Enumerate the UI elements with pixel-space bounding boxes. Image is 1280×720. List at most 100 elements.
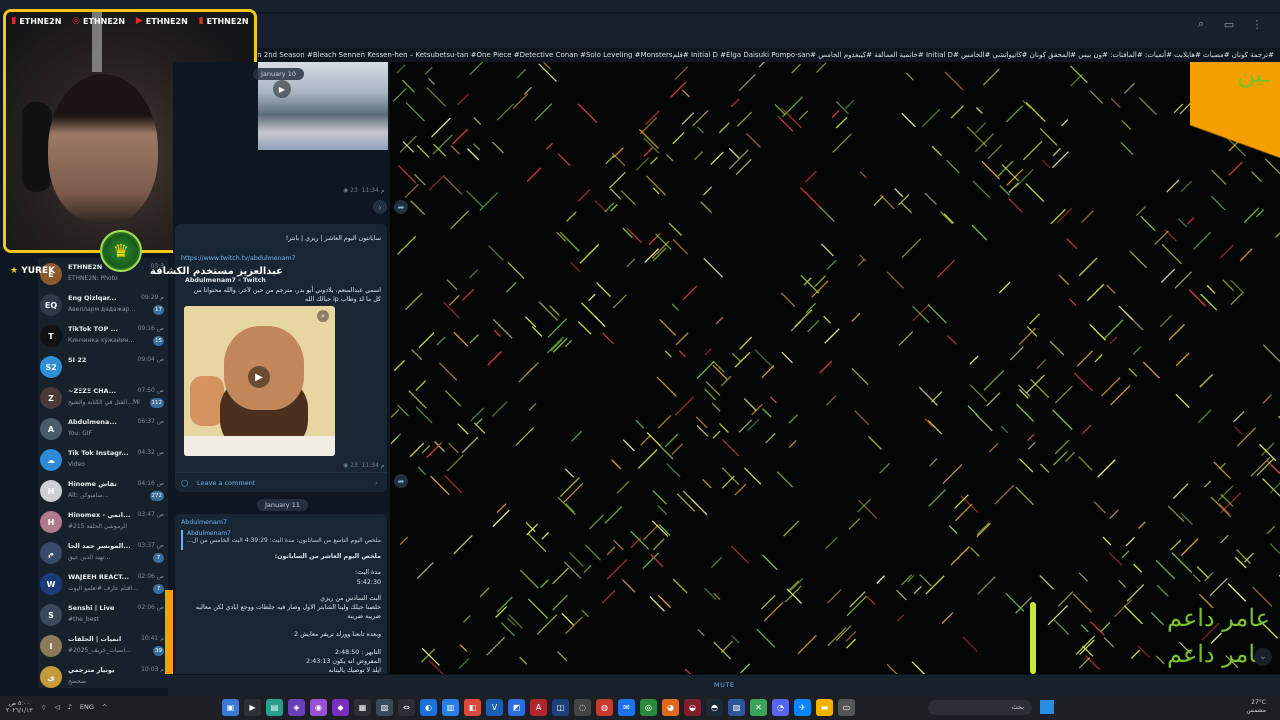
app-icon-21[interactable]: ◕ (662, 699, 679, 716)
overlay-arabic-name: عبدالعزيز مستخدم الكشافة (150, 266, 283, 277)
forward-icon-3[interactable]: ➦ (394, 200, 408, 214)
app-icon-24[interactable]: ▨ (728, 699, 745, 716)
app-icon-17[interactable]: ◌ (574, 699, 591, 716)
chat-time: 03:37 ص (137, 542, 164, 549)
wallpaper-stroke (640, 434, 652, 446)
chat-list-item[interactable]: م المونسر حمد الحا... 03:37 ص تهيد الدين عي… (38, 537, 168, 568)
app-icon-26[interactable]: ◔ (772, 699, 789, 716)
wallpaper-stroke (1070, 73, 1083, 87)
wallpaper-stroke (1196, 566, 1210, 579)
wallpaper-stroke (786, 588, 803, 604)
network-icon[interactable]: ⌔ (41, 703, 47, 712)
chat-list-item[interactable]: T TikTok TOP ... 09:16 ص Кинчинка хўжайин..… (38, 320, 168, 351)
play-icon[interactable]: ▶ (273, 80, 291, 98)
app-icon-19[interactable]: ✉ (618, 699, 635, 716)
app-icon-18[interactable]: ◍ (596, 699, 613, 716)
chat-list-item[interactable]: S2 SI 22 09:04 ص (38, 351, 168, 382)
forward-icon[interactable]: › (373, 200, 387, 214)
wallpaper-stroke (446, 279, 458, 291)
tray-expand-icon[interactable]: ^ (102, 703, 107, 711)
app-icon-9[interactable]: ⇔ (398, 699, 415, 716)
mute-bar[interactable]: MUTE (168, 674, 1280, 696)
app-icon-28[interactable]: ▬ (816, 699, 833, 716)
app-icon-29[interactable]: ▭ (838, 699, 855, 716)
chat-name: Tik Tok Instagr... (68, 449, 129, 457)
wallpaper-stroke (621, 579, 636, 593)
app-icon-4[interactable]: ◈ (288, 699, 305, 716)
app-icon-7[interactable]: ▦ (354, 699, 371, 716)
sidebar-toggle-icon[interactable]: ▭ (1222, 18, 1236, 31)
comment-chevron-icon[interactable]: › (375, 479, 378, 487)
forward-icon-4[interactable]: ➦ (394, 474, 408, 488)
wallpaper-stroke (646, 175, 667, 196)
chat-list-item[interactable]: H Hinomex - انمي... 03:47 ص #الرموشي الحلقة… (38, 506, 168, 537)
wallpaper-stroke (819, 360, 833, 374)
wallpaper-stroke (671, 443, 684, 455)
leave-comment-link[interactable]: Leave a comment (197, 479, 255, 487)
chat-list-item[interactable]: EQ Eng Qizlqar... 09:29 م Авелларм дадажар.… (38, 289, 168, 320)
app-icon-22[interactable]: ◒ (684, 699, 701, 716)
app-icon-15[interactable]: A (530, 699, 547, 716)
wallpaper-stroke (1090, 621, 1105, 636)
app-icon-10[interactable]: ◐ (420, 699, 437, 716)
reply-quote[interactable]: Abdulmenam7 ملخص اليوم التاسع من السابان… (181, 530, 381, 550)
youtube-icon: ▶ (135, 16, 143, 26)
wallpaper-stroke (466, 190, 484, 208)
comment-icon[interactable]: ◯ (181, 479, 188, 487)
wallpaper-stroke (1262, 344, 1280, 363)
wallpaper-stroke (788, 414, 799, 424)
app-icon-16[interactable]: ◫ (552, 699, 569, 716)
wallpaper-stroke (760, 594, 776, 610)
chat-list-item[interactable]: S Senshi | Live 02:06 ص #the_best (38, 599, 168, 630)
app-icon-5[interactable]: ◉ (310, 699, 327, 716)
app-icon-25[interactable]: ✕ (750, 699, 767, 716)
chat-list-item[interactable]: H Hinome تقاش 04:16 ص Alt: ساميوكن... 272 (38, 475, 168, 506)
app-icon-3[interactable]: ▤ (266, 699, 283, 716)
app-icon-6[interactable]: ◆ (332, 699, 349, 716)
scroll-down-icon[interactable]: ⌄ (1254, 648, 1272, 666)
language-indicator[interactable]: ENG (80, 703, 94, 711)
wallpaper-stroke (974, 122, 987, 134)
windows-start-icon[interactable] (1040, 700, 1054, 714)
wallpaper-stroke (912, 305, 930, 324)
chat-list-item[interactable]: W WAJEEH REACT... 02:06 ص اقتام عارف #تعلمو… (38, 568, 168, 599)
search-icon[interactable]: ⌕ (1194, 17, 1208, 30)
app-icon-27[interactable]: ✈ (794, 699, 811, 716)
wallpaper-stroke (500, 622, 515, 637)
chat-list-item[interactable]: Z ~ZΞZΞ CHA... 07:50 ص القتل في الكتابة وال… (38, 382, 168, 413)
clock[interactable]: ٥:٠٠ ص ٢٠٢٦/١/١٣ (6, 700, 33, 714)
wallpaper-stroke (650, 156, 658, 165)
app-icon-12[interactable]: ◧ (464, 699, 481, 716)
chat-list-item[interactable]: ☁ Tik Tok Instagr... 04:32 ص Video (38, 444, 168, 475)
wallpaper-stroke (672, 578, 688, 594)
volume-icon[interactable]: ◁ (55, 703, 60, 711)
zoom-icon[interactable]: ⌕ (317, 310, 329, 322)
comment-row[interactable]: ◯ Leave a comment › (175, 472, 387, 490)
quote-author: Abdulmenam7 (187, 530, 231, 537)
app-icon-2[interactable]: ▶ (244, 699, 261, 716)
mic-icon[interactable]: ♪ (68, 703, 72, 711)
app-icon-13[interactable]: V (486, 699, 503, 716)
chat-list-item[interactable]: ا انميات | الحلقات 10:41 م #انميات_خريف_202… (38, 630, 168, 661)
wallpaper-stroke (652, 538, 665, 551)
chat-list-item[interactable]: A Abdulmena... 06:37 ص You: GIF (38, 413, 168, 444)
gif-preview[interactable]: ▶ ⌕ (184, 306, 335, 456)
app-icon-23[interactable]: ◓ (706, 699, 723, 716)
twitch-link[interactable]: https://www.twitch.tv/abdulmenam7 (181, 254, 296, 263)
app-icon-8[interactable]: ▧ (376, 699, 393, 716)
play-icon[interactable]: ▶ (248, 366, 270, 388)
wallpaper-stroke (719, 423, 729, 433)
wallpaper-stroke (613, 539, 624, 551)
taskbar-search[interactable]: بحث (928, 700, 1032, 715)
app-icon-1[interactable]: ▣ (222, 699, 239, 716)
mute-button[interactable]: MUTE (714, 681, 734, 689)
wallpaper-stroke (1219, 244, 1234, 259)
app-icon-11[interactable]: ▥ (442, 699, 459, 716)
app-icon-14[interactable]: ◩ (508, 699, 525, 716)
weather-widget[interactable]: 27°C مشمس (1246, 699, 1266, 715)
chat-list-item[interactable]: ي يونيار مترجمي 10:03 م ضحضح (38, 661, 168, 688)
message-author[interactable]: Abdulmenam7 (181, 518, 227, 527)
more-icon[interactable]: ⋮ (1250, 18, 1264, 31)
app-icon-20[interactable]: ◎ (640, 699, 657, 716)
chat-time: 07:50 ص (137, 387, 164, 394)
